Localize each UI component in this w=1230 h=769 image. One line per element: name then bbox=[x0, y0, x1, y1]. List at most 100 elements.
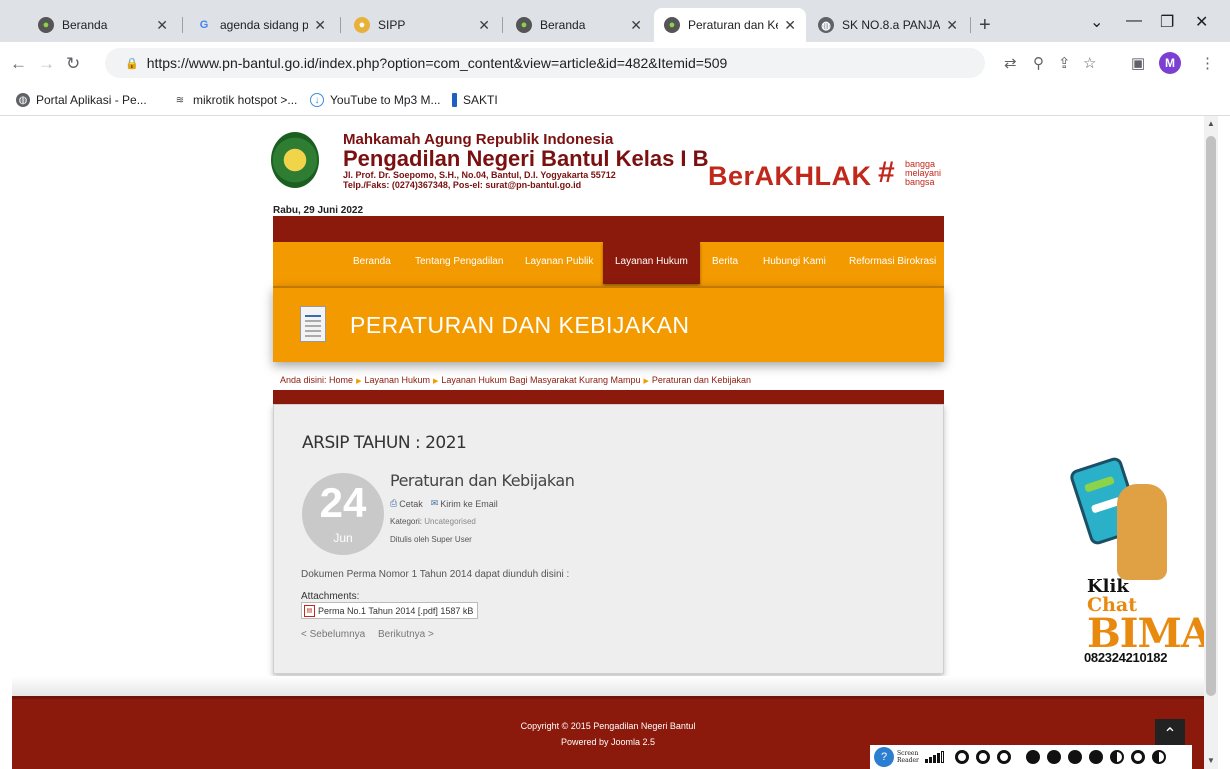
close-icon[interactable]: ✕ bbox=[784, 17, 796, 34]
email-link[interactable]: Kirim ke Email bbox=[440, 499, 498, 509]
prev-link[interactable]: < Sebelumnya bbox=[301, 629, 365, 640]
tab-sk-panjar[interactable]: ◍ SK NO.8.a PANJAR ✕ bbox=[808, 8, 968, 42]
article-body: Dokumen Perma Nomor 1 Tahun 2014 dapat d… bbox=[301, 569, 570, 580]
profile-avatar[interactable]: M bbox=[1159, 52, 1181, 74]
page-scrollbar[interactable]: ▲ ▼ bbox=[1204, 116, 1218, 769]
lock-icon: 🔒 bbox=[125, 57, 139, 70]
bookmark-star-icon[interactable]: ☆ bbox=[1083, 54, 1096, 72]
contrast-option-icon[interactable] bbox=[954, 750, 969, 764]
tab-title: Beranda bbox=[540, 18, 586, 32]
color-option-icon[interactable] bbox=[1025, 750, 1040, 764]
new-tab-plus-icon[interactable]: + bbox=[979, 14, 991, 37]
bookmark-label: YouTube to Mp3 M... bbox=[330, 93, 441, 107]
translate-icon[interactable]: ⇄ bbox=[1004, 54, 1017, 72]
color-option-icon[interactable] bbox=[1088, 750, 1103, 764]
breadcrumb-layanan-hukum[interactable]: Layanan Hukum bbox=[364, 375, 430, 385]
bookmark-youtube-to-mp3[interactable]: ↓ YouTube to Mp3 M... bbox=[310, 93, 441, 107]
contrast-half-icon[interactable] bbox=[1151, 750, 1166, 764]
tab-separator bbox=[340, 17, 341, 33]
tab-beranda-2[interactable]: ● Beranda ✕ bbox=[506, 8, 652, 42]
article-title[interactable]: Peraturan dan Kebijakan bbox=[390, 471, 575, 490]
zoom-icon[interactable]: ⚲ bbox=[1033, 54, 1044, 72]
url-text: https://www.pn-bantul.go.id/index.php?op… bbox=[146, 55, 728, 71]
tab-beranda-1[interactable]: ● Beranda ✕ bbox=[28, 8, 178, 42]
content-top-band bbox=[273, 390, 944, 404]
article-pager: < Sebelumnya Berikutnya > bbox=[301, 629, 444, 640]
close-icon[interactable]: ✕ bbox=[946, 17, 958, 34]
nav-item-reformasi-birokrasi[interactable]: Reformasi Birokrasi bbox=[849, 256, 936, 267]
nav-item-hubungi-kami[interactable]: Hubungi Kami bbox=[763, 256, 826, 267]
volume-bars-icon[interactable] bbox=[924, 751, 945, 763]
nav-item-layanan-publik[interactable]: Layanan Publik bbox=[525, 256, 593, 267]
contrast-option-icon[interactable] bbox=[996, 750, 1011, 764]
hashtag-logo: # bbox=[878, 156, 895, 189]
bima-mascot-icon[interactable] bbox=[1117, 484, 1167, 580]
breadcrumb-home[interactable]: Home bbox=[329, 375, 353, 385]
next-link[interactable]: Berikutnya > bbox=[378, 629, 434, 640]
article-category: Kategori: Uncategorised bbox=[390, 517, 476, 526]
bima-phone-number[interactable]: 082324210182 bbox=[1084, 650, 1167, 665]
tab-agenda-sidang[interactable]: G agenda sidang pn ✕ bbox=[186, 8, 336, 42]
close-icon[interactable]: ✕ bbox=[630, 17, 642, 34]
article-actions: ⎙ Cetak ✉ Kirim ke Email bbox=[390, 498, 498, 509]
menu-kebab-icon[interactable]: ⋮ bbox=[1200, 54, 1215, 72]
share-icon[interactable]: ⇪ bbox=[1058, 54, 1071, 72]
tab-peraturan-dan-kebijakan[interactable]: ● Peraturan dan Kebi ✕ bbox=[654, 8, 806, 42]
color-option-icon[interactable] bbox=[1046, 750, 1061, 764]
main-nav: Beranda Tentang Pengadilan Layanan Publi… bbox=[273, 242, 944, 286]
article-date-badge: 24 Jun bbox=[302, 473, 384, 555]
breadcrumb-layanan-hukum-kurang-mampu[interactable]: Layanan Hukum Bagi Masyarakat Kurang Mam… bbox=[441, 375, 640, 385]
article-month: Jun bbox=[333, 531, 353, 545]
close-icon[interactable]: ✕ bbox=[478, 17, 490, 34]
contrast-half-icon[interactable] bbox=[1109, 750, 1124, 764]
tab-title: SIPP bbox=[378, 18, 406, 32]
scroll-up-arrow-icon[interactable]: ▲ bbox=[1207, 119, 1215, 128]
side-panel-icon[interactable]: ▣ bbox=[1131, 54, 1145, 72]
close-icon[interactable]: ✕ bbox=[314, 17, 326, 34]
back-arrow-icon[interactable]: ← bbox=[10, 54, 27, 74]
screen-reader-icon[interactable]: ? bbox=[874, 747, 894, 767]
bangga-melayani-bangsa: bangga melayani bangsa bbox=[905, 160, 941, 187]
color-option-icon[interactable] bbox=[1067, 750, 1082, 764]
address-bar[interactable]: 🔒 https://www.pn-bantul.go.id/index.php?… bbox=[105, 48, 985, 78]
bookmark-mikrotik-hotspot[interactable]: ≋ mikrotik hotspot >... bbox=[173, 93, 298, 107]
scrollbar-thumb[interactable] bbox=[1206, 136, 1216, 696]
nav-item-tentang-pengadilan[interactable]: Tentang Pengadilan bbox=[415, 256, 503, 267]
forward-arrow-icon[interactable]: → bbox=[38, 54, 55, 74]
window-edge bbox=[1218, 116, 1230, 769]
tab-title: Peraturan dan Kebi bbox=[688, 18, 778, 32]
screen-reader-label[interactable]: Screen Reader bbox=[897, 750, 919, 764]
contrast-option-icon[interactable] bbox=[975, 750, 990, 764]
restore-icon[interactable]: ❐ bbox=[1160, 12, 1174, 32]
scroll-down-arrow-icon[interactable]: ▼ bbox=[1207, 756, 1215, 765]
nav-item-beranda[interactable]: Beranda bbox=[353, 256, 391, 267]
attachment-link[interactable]: ▤ Perma No.1 Tahun 2014 [.pdf] 1587 kB bbox=[301, 602, 479, 619]
printer-icon[interactable]: ⎙ bbox=[390, 498, 397, 509]
minimize-icon[interactable]: — bbox=[1126, 12, 1142, 30]
tab-title: SK NO.8.a PANJAR bbox=[842, 18, 941, 32]
globe-icon: ◍ bbox=[16, 93, 30, 107]
tab-title: Beranda bbox=[62, 18, 108, 32]
nav-item-layanan-hukum[interactable]: Layanan Hukum bbox=[603, 242, 700, 284]
email-icon[interactable]: ✉ bbox=[431, 498, 439, 509]
bookmark-portal-aplikasi[interactable]: ◍ Portal Aplikasi - Pe... bbox=[16, 93, 147, 107]
close-icon[interactable]: ✕ bbox=[156, 17, 168, 34]
tab-search-chevron-icon[interactable]: ⌄ bbox=[1090, 12, 1103, 32]
bookmark-label: SAKTI bbox=[463, 93, 498, 107]
archive-heading: ARSIP TAHUN : 2021 bbox=[302, 433, 467, 453]
category-link[interactable]: Uncategorised bbox=[424, 517, 476, 526]
footer-copyright: Copyright © 2015 Pengadilan Negeri Bantu… bbox=[520, 721, 696, 731]
bookmark-sakti[interactable]: SAKTI bbox=[452, 93, 498, 107]
screen-reader-word-2: Reader bbox=[897, 757, 919, 764]
attachments-label: Attachments: bbox=[301, 591, 360, 602]
google-icon: G bbox=[199, 19, 209, 31]
bookmarks-bar: ◍ Portal Aplikasi - Pe... ≋ mikrotik hot… bbox=[0, 88, 1230, 116]
screen-reader-word-1: Screen bbox=[897, 750, 919, 757]
reload-icon[interactable]: ↻ bbox=[66, 54, 80, 74]
contrast-option-icon[interactable] bbox=[1130, 750, 1145, 764]
window-close-icon[interactable]: ✕ bbox=[1195, 12, 1208, 32]
breadcrumb-arrow-icon: ▶ bbox=[643, 378, 649, 385]
print-link[interactable]: Cetak bbox=[399, 499, 423, 509]
tab-sipp[interactable]: ● SIPP ✕ bbox=[344, 8, 500, 42]
nav-item-berita[interactable]: Berita bbox=[712, 256, 738, 267]
